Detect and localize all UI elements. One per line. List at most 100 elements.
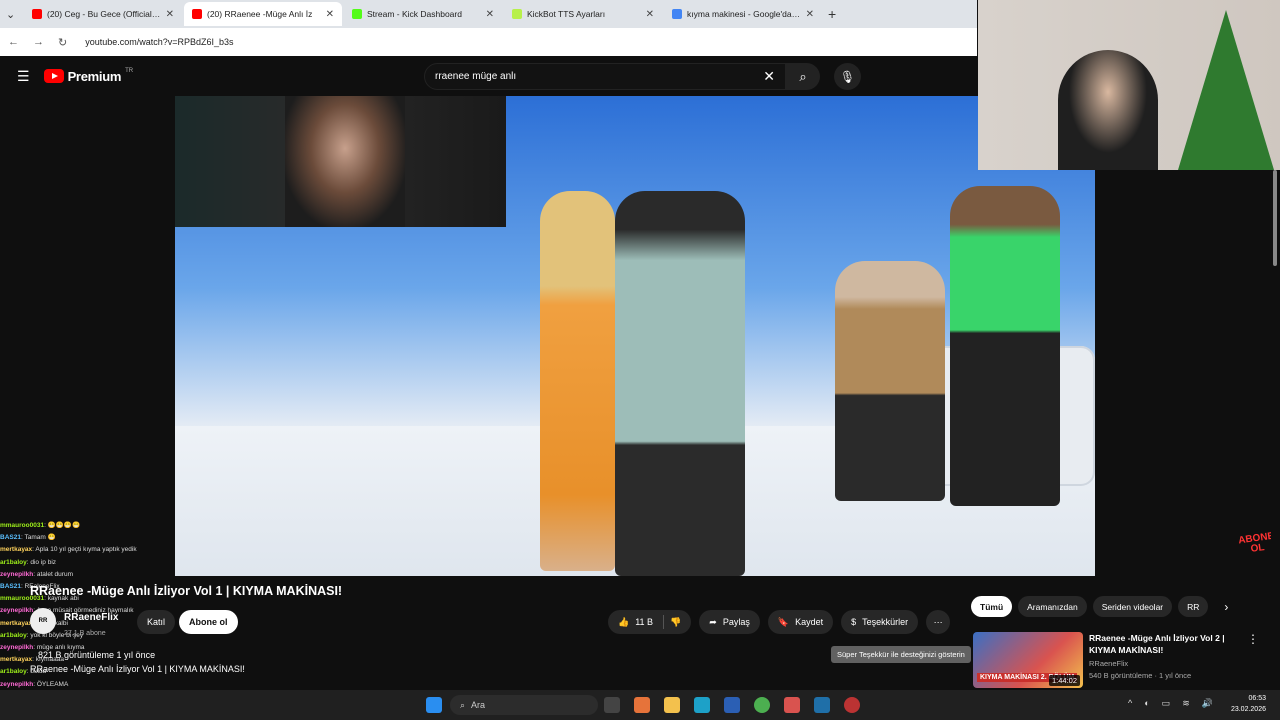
thanks-label: Teşekkürler [862, 617, 909, 627]
chat-username: mertkayax [0, 619, 33, 627]
text-app-icon[interactable] [784, 697, 800, 713]
chat-text: : ÖYLEAMA [33, 680, 69, 688]
browser-tab[interactable]: (20) Ceg - Bu Gece (Official Vid ✕ [24, 2, 182, 26]
close-icon[interactable]: ✕ [806, 9, 814, 20]
browser-tab[interactable]: (20) RRaenee -Müge Anlı İz ✕ [184, 2, 342, 26]
search-icon: ⌕ [460, 699, 466, 710]
chat-message: mmauroo0031: 😁😁😁😁 [0, 520, 175, 532]
steam-icon[interactable] [814, 697, 830, 713]
edge-icon[interactable] [694, 697, 710, 713]
copilot-icon[interactable] [634, 697, 650, 713]
clock[interactable]: 06:53 23.02.2026 [1231, 693, 1266, 715]
url-field[interactable]: youtube.com/watch?v=RPBdZ6I_b3s [85, 37, 233, 47]
network-icon[interactable]: ◐ [1144, 698, 1149, 709]
browser-tab[interactable]: KickBot TTS Ayarları ✕ [504, 2, 662, 26]
voice-search-button[interactable]: 🎙 [834, 63, 861, 90]
back-icon[interactable]: ← [8, 36, 19, 48]
chat-username: mertkayax [0, 546, 33, 554]
subscribe-button[interactable]: Abone ol [179, 610, 238, 634]
close-icon[interactable]: ✕ [486, 9, 494, 20]
kebab-menu-icon[interactable]: ⋮ [1247, 632, 1259, 688]
browser-tab[interactable]: Stream - Kick Dashboard ✕ [344, 2, 502, 26]
channel-info: RR RRaeneFlix 27,1 B abone [30, 608, 118, 637]
page-scrollbar[interactable] [1271, 170, 1279, 680]
chat-text: : Tamam 😁 [20, 534, 56, 542]
filter-chip[interactable]: Aramanızdan [1018, 596, 1087, 617]
volume-icon[interactable]: 🔊 [1202, 698, 1213, 709]
chat-message: ar1baloy: dio ip biz [0, 557, 175, 569]
new-tab-button[interactable]: + [828, 6, 836, 22]
description-box[interactable]: 821 B görüntüleme 1 yıl önce RRaenee -Mü… [30, 650, 245, 674]
chat-username: mertkayax [0, 656, 33, 664]
tab-label: (20) Ceg - Bu Gece (Official Vid [47, 9, 161, 19]
chat-message: zeynepilkh: ÖYLEAMA [0, 679, 175, 691]
browser-tab[interactable]: kıyma makinesi - Google'da Ara ✕ [664, 2, 822, 26]
tab-favicon-icon [352, 9, 362, 19]
file-explorer-icon[interactable] [664, 697, 680, 713]
obs-icon[interactable] [844, 697, 860, 713]
channel-name[interactable]: RRaeneFlix [64, 612, 118, 623]
wifi-icon[interactable]: ≋ [1182, 698, 1190, 709]
chat-username: mmauroo0031 [0, 522, 45, 529]
scrollbar-thumb[interactable] [1273, 170, 1277, 266]
recommended-video[interactable]: KIYMA MAKİNASI 2. BÖLÜM 1:44:02 RRaenee … [973, 632, 1273, 688]
address-bar-row: ← → ↻ youtube.com/watch?v=RPBdZ6I_b3s [0, 28, 977, 56]
more-icon: ⋯ [933, 616, 943, 627]
chat-username: ar1baloy [0, 631, 27, 639]
filter-chip[interactable]: RR [1178, 596, 1209, 617]
thumbs-down-icon[interactable]: 👎 [670, 617, 681, 628]
youtube-header: ☰ Premium TR rraenee müge anlı ✕ ⌕ 🎙 [0, 56, 977, 96]
video-side-area [1095, 170, 1280, 576]
forward-icon[interactable]: → [33, 36, 44, 48]
chat-username: zeynepilkh [0, 570, 34, 578]
green-shirt-figure [950, 186, 1060, 506]
like-count: 11 B [635, 617, 654, 627]
save-label: Kaydet [795, 617, 824, 627]
chrome-icon[interactable] [754, 697, 770, 713]
clear-search-icon[interactable]: ✕ [763, 68, 775, 85]
recommended-thumbnail[interactable]: KIYMA MAKİNASI 2. BÖLÜM 1:44:02 [973, 632, 1083, 688]
tray-chevron-icon[interactable]: ^ [1128, 698, 1132, 709]
browser-tab-strip: ⌄ (20) Ceg - Bu Gece (Official Vid ✕ (20… [0, 0, 977, 28]
search-button[interactable]: ⌕ [786, 63, 820, 90]
video-actions: 👍 11 B 👎 ➦ Paylaş 🔖 Kaydet $ Teşekkürler… [608, 610, 951, 634]
display-icon[interactable]: ▭ [1162, 698, 1171, 709]
chat-text: : 😁😁😁😁 [44, 522, 81, 529]
taskbar-search[interactable]: ⌕ Ara [450, 695, 598, 715]
tab-label: (20) RRaenee -Müge Anlı İz [207, 9, 313, 19]
save-button[interactable]: 🔖 Kaydet [767, 610, 834, 634]
tab-label: KickBot TTS Ayarları [527, 9, 606, 19]
chat-username: zeynepilkh [0, 680, 34, 688]
reload-icon[interactable]: ↻ [58, 36, 67, 49]
like-button[interactable]: 👍 11 B 👎 [608, 610, 692, 634]
share-button[interactable]: ➦ Paylaş [699, 610, 760, 634]
tab-favicon-icon [32, 9, 42, 19]
subscriber-count: 27,1 B abone [64, 629, 106, 637]
youtube-logo[interactable]: Premium TR [43, 68, 133, 84]
guest-figure [615, 191, 745, 576]
filter-chip[interactable]: Tümü [971, 596, 1013, 617]
tab-label: kıyma makinesi - Google'da Ara [687, 9, 801, 19]
chevron-right-icon[interactable]: › [1224, 600, 1228, 614]
description-text: RRaenee -Müge Anlı İzliyor Vol 1 | KIYMA… [30, 664, 245, 674]
recommended-title[interactable]: RRaenee -Müge Anlı İzliyor Vol 2 | KIYMA… [1089, 632, 1239, 656]
close-icon[interactable]: ✕ [326, 9, 334, 20]
close-icon[interactable]: ✕ [166, 9, 174, 20]
menu-icon[interactable]: ☰ [17, 68, 30, 85]
tab-search-icon[interactable]: ⌄ [6, 8, 24, 21]
thanks-button[interactable]: $ Teşekkürler [841, 610, 919, 634]
close-icon[interactable]: ✕ [646, 9, 654, 20]
avatar[interactable]: RR [30, 608, 56, 634]
logo-text: Premium [67, 68, 122, 84]
store-icon[interactable] [724, 697, 740, 713]
taskbar-search-label: Ara [471, 700, 486, 710]
windows-start-icon[interactable] [426, 697, 442, 713]
filter-chip[interactable]: Seriden videolar [1092, 596, 1173, 617]
thumbs-up-icon: 👍 [618, 616, 630, 627]
recommended-channel[interactable]: RRaeneFlix [1089, 659, 1239, 668]
search-input[interactable]: rraenee müge anlı ✕ [424, 63, 786, 90]
join-button[interactable]: Katıl [137, 610, 176, 634]
clock-time: 06:53 [1248, 695, 1266, 702]
task-view-icon[interactable] [604, 697, 620, 713]
more-actions-button[interactable]: ⋯ [926, 610, 951, 634]
